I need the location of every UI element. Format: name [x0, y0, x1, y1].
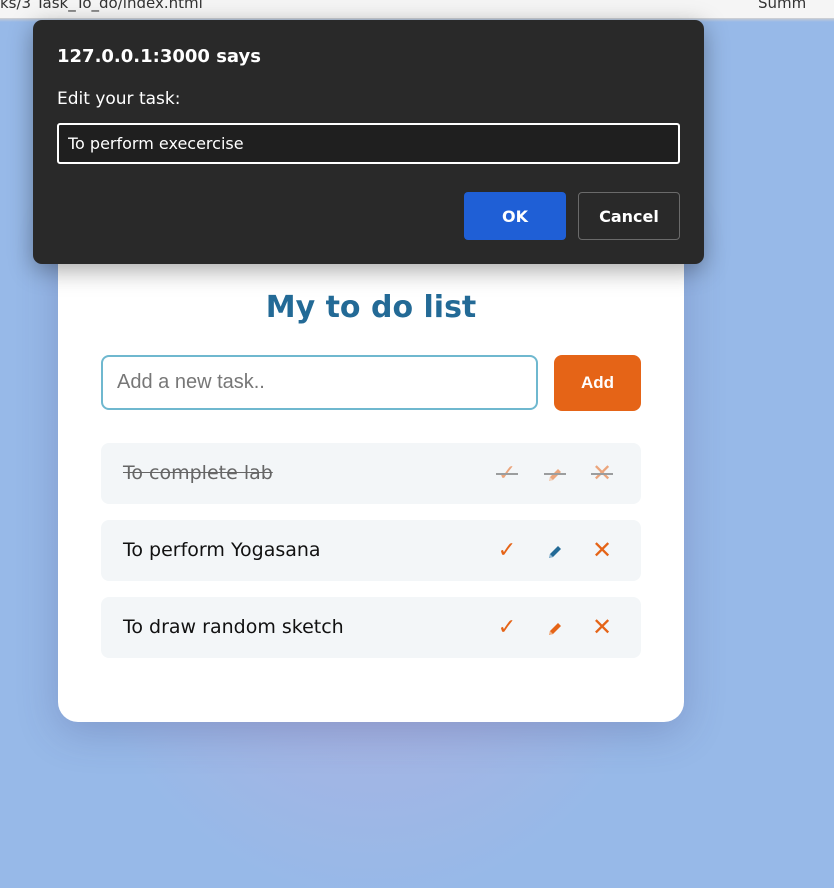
- url-text: ks/3 Task_To_do/index.html: [0, 0, 203, 12]
- close-icon[interactable]: ✕: [587, 597, 617, 658]
- close-icon[interactable]: ✕: [587, 520, 617, 581]
- task-label: To draw random sketch: [123, 616, 344, 638]
- browser-right-text: Summ: [758, 0, 807, 12]
- add-button[interactable]: Add: [554, 355, 641, 411]
- browser-address-bar[interactable]: ks/3 Task_To_do/index.html Summ: [0, 0, 834, 19]
- task-item: To perform Yogasana ✓ ✕: [101, 520, 641, 581]
- dialog-message: Edit your task:: [57, 89, 181, 109]
- dialog-title: 127.0.0.1:3000 says: [57, 46, 261, 67]
- pencil-icon[interactable]: [540, 597, 570, 658]
- check-icon[interactable]: ✓: [492, 597, 522, 658]
- task-label: To perform Yogasana: [123, 539, 321, 561]
- ok-button[interactable]: OK: [464, 192, 566, 240]
- prompt-dialog: 127.0.0.1:3000 says Edit your task: OK C…: [33, 20, 704, 264]
- dialog-input[interactable]: [57, 123, 680, 164]
- task-label: To complete lab: [123, 462, 273, 484]
- task-item: To draw random sketch ✓ ✕: [101, 597, 641, 658]
- check-icon[interactable]: ✓: [492, 520, 522, 581]
- pencil-icon[interactable]: [540, 443, 570, 504]
- close-icon[interactable]: ✕: [587, 443, 617, 504]
- task-item: To complete lab ✓ ✕: [101, 443, 641, 504]
- new-task-input[interactable]: [101, 355, 538, 410]
- check-icon[interactable]: ✓: [492, 443, 522, 504]
- page-title: My to do list: [265, 290, 477, 325]
- cancel-button[interactable]: Cancel: [578, 192, 680, 240]
- pencil-icon[interactable]: [540, 520, 570, 581]
